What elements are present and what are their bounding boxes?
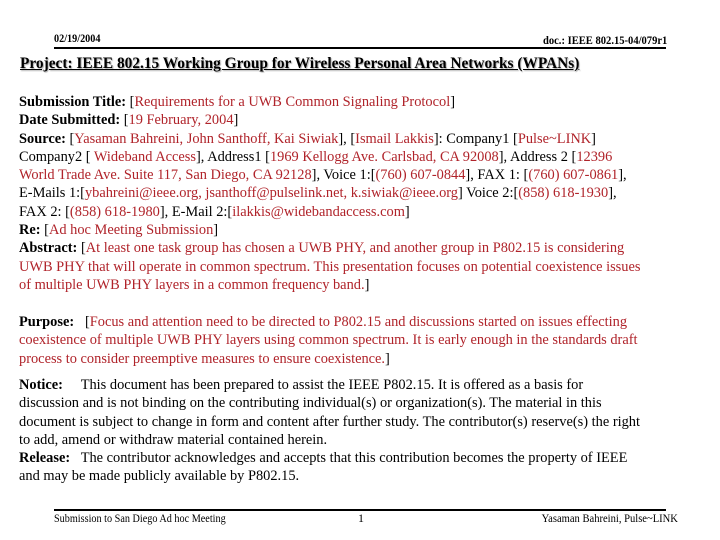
submission-block: Submission Title: [Requirements for a UW… xyxy=(19,93,719,294)
source-line-5: FAX 2: [(858) 618-1980], E-Mail 2:[ilakk… xyxy=(19,203,410,220)
notice-line-3: document is subject to change in form an… xyxy=(19,413,640,430)
notice-line-2: discussion and is not binding on the con… xyxy=(19,395,602,412)
abstract-line-1: Abstract: [At least one task group has c… xyxy=(19,240,625,257)
header-doc-id: doc.: IEEE 802.15-04/079r1 xyxy=(542,33,667,47)
footer-right: Yasaman Bahreini, Pulse~LINK xyxy=(541,511,678,525)
source-line-1: Source: [Yasaman Bahreini, John Santhoff… xyxy=(19,130,596,147)
source-line-3: World Trade Ave. Suite 117, San Diego, C… xyxy=(19,167,627,184)
purpose-line-3: process to consider preemptive measures … xyxy=(19,350,390,367)
date-submitted-line: Date Submitted: [19 February, 2004] xyxy=(19,112,239,129)
purpose-block: Purpose: [Focus and attention need to be… xyxy=(19,313,719,368)
notice-line-4: to add, amend or withdraw material conta… xyxy=(19,431,328,448)
page-number: 1 xyxy=(358,511,364,525)
release-line-2: and may be made publicly available by P8… xyxy=(19,468,300,485)
header-date: 02/19/2004 xyxy=(54,31,101,45)
date-submitted-value: 19 February, 2004 xyxy=(128,112,234,129)
release-line-1: Release: The contributor acknowledges an… xyxy=(19,450,628,467)
source-line-2: Company2 [ Wideband Access], Address1 [1… xyxy=(19,148,613,165)
submission-title-line: Submission Title: [Requirements for a UW… xyxy=(19,94,455,110)
purpose-line-1: Purpose: [Focus and attention need to be… xyxy=(19,314,628,330)
notice-release-block: Notice: This document has been prepared … xyxy=(19,376,719,486)
header-rule xyxy=(54,47,666,49)
footer-left: Submission to San Diego Ad hoc Meeting xyxy=(54,511,226,525)
submission-title-value: Requirements for a UWB Common Signaling … xyxy=(134,94,451,110)
notice-line-1: Notice: This document has been prepared … xyxy=(19,377,584,393)
source-line-4: E-Mails 1:[ybahreini@ieee.org, jsanthoff… xyxy=(19,185,617,202)
abstract-line-3: of multiple UWB PHY layers in a common f… xyxy=(19,276,370,293)
re-value: Ad hoc Meeting Submission xyxy=(48,222,214,239)
abstract-line-2: UWB PHY that will operate in common spec… xyxy=(19,258,641,275)
re-line: Re: [Ad hoc Meeting Submission] xyxy=(19,222,219,239)
purpose-line-2: coexistence of multiple UWB PHY layers u… xyxy=(19,332,638,349)
project-title: Project: IEEE 802.15 Working Group for W… xyxy=(20,55,580,72)
